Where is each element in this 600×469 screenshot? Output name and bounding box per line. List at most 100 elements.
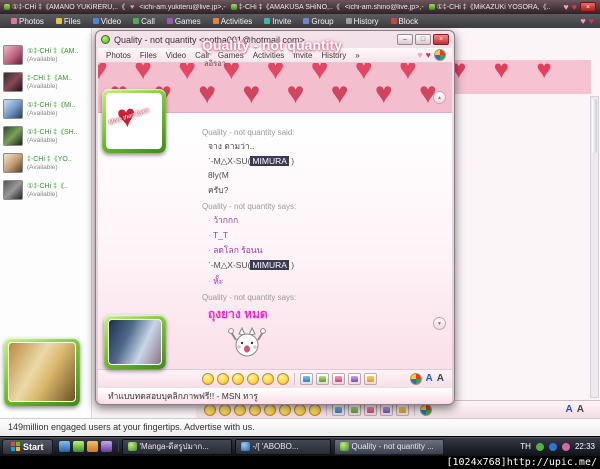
contact-list-item[interactable]: ‡-CHi ‡《AM.. (Available) <box>0 68 91 95</box>
taskbar-task-quality[interactable]: Quality - not quantity ... <box>333 438 444 455</box>
emoticon-smile-button[interactable] <box>202 373 214 385</box>
emoticon-laugh-button[interactable] <box>219 403 231 416</box>
games-button[interactable] <box>348 373 361 385</box>
red-heart-icon[interactable]: ♥ <box>426 50 431 60</box>
emoticon-wink-button[interactable] <box>234 403 246 416</box>
window-title-segment[interactable]: <ichi-am.shino@live.jp>,- <box>345 4 424 11</box>
gift-button[interactable] <box>332 373 345 385</box>
pink-heart-icon: ♥ <box>580 15 586 26</box>
tray-network-icon[interactable] <box>548 442 557 451</box>
red-heart-icon: ♥ <box>588 15 594 26</box>
minimize-button[interactable]: – <box>397 34 413 45</box>
close-button[interactable]: × <box>433 34 449 45</box>
emoticon-cry-button[interactable] <box>294 403 306 416</box>
chat-message: ลดโลก ร้อนน <box>208 243 438 257</box>
chat-menu-files[interactable]: Files <box>136 49 161 61</box>
contact-avatar <box>3 125 23 146</box>
tray-volume-icon[interactable] <box>561 442 570 451</box>
theme-color-button[interactable] <box>434 49 446 61</box>
pink-heart-icon[interactable]: ♥ <box>417 50 422 60</box>
quick-launch-ie-icon[interactable] <box>58 441 70 452</box>
font-color-button[interactable] <box>409 373 422 385</box>
font-button-blue[interactable]: A <box>426 373 433 385</box>
emoticon-surprised-button[interactable] <box>247 373 259 385</box>
menu-photos[interactable]: Photos <box>6 15 49 27</box>
webcam-button[interactable] <box>316 373 329 385</box>
emoticon-sad-button[interactable] <box>279 403 291 416</box>
font-button[interactable]: A <box>577 404 584 416</box>
emoticon-angry-button[interactable] <box>309 403 321 416</box>
window-title-segment[interactable]: ①‡-CHi ‡《MiKAZUKi YOSORA,《.. <box>428 2 550 12</box>
contact-list-item[interactable]: ①‡-CHi ‡《Mi.. (Available) <box>0 95 91 122</box>
start-button[interactable]: Start <box>2 438 53 455</box>
window-title-segment[interactable]: ‡-CHi ‡《AMAKUSA SHiNO,..《 <box>230 2 340 12</box>
menu-video[interactable]: Video <box>88 15 126 27</box>
secondary-display-picture[interactable] <box>104 315 166 369</box>
chat-menu-video[interactable]: Video <box>162 49 190 61</box>
emoticon-tongue-button[interactable] <box>264 403 276 416</box>
close-button[interactable]: × <box>580 2 596 12</box>
scrollbar-thumb[interactable] <box>592 99 597 153</box>
chat-menu-photos[interactable]: Photos <box>102 49 135 61</box>
menu-overflow-chevron[interactable]: » <box>351 49 363 61</box>
window-title-text: ①‡-CHi ‡《AMANO YUKiRERU,..《 <box>12 4 126 11</box>
quick-launch-msn-icon[interactable] <box>72 441 84 452</box>
contact-list-item[interactable]: ①‡-CHi ‡《.. (Available) <box>0 176 91 203</box>
emoticon-laugh-button[interactable] <box>217 373 229 385</box>
gift-button[interactable] <box>364 403 377 416</box>
self-avatar-image <box>8 342 76 402</box>
chat-message: `-M△X-SU(MIMURA ) <box>208 156 295 166</box>
contact-avatar <box>3 71 23 92</box>
emoticon-surprised-button[interactable] <box>249 403 261 416</box>
message-input[interactable]: ทำแบบทดสอบบุคลิกภาพฟรี!! - MSN ทารู <box>98 388 452 404</box>
nudge-button[interactable] <box>364 373 377 385</box>
contact-name: ①‡-CHi ‡《AM.. <box>27 48 79 55</box>
self-display-picture[interactable] <box>4 338 80 406</box>
language-indicator[interactable]: TH <box>520 442 531 451</box>
photo-button[interactable] <box>332 403 345 416</box>
contact-list-item[interactable]: ①‡-CHi ‡《SH.. (Available) <box>0 122 91 149</box>
window-title-segment[interactable]: <ichi-am.yukiteru@live.jp>,- <box>139 4 225 11</box>
photo-button[interactable] <box>300 373 313 385</box>
taskbar: Start 'Manga-ดีสรูปมาก... -/[ 'ABOBO... … <box>0 436 600 456</box>
tray-msn-icon[interactable] <box>535 442 544 451</box>
menu-files[interactable]: Files <box>51 15 86 27</box>
quick-launch-media-icon[interactable] <box>100 441 112 452</box>
background-window-titlebar[interactable]: ①‡-CHi ‡《AMANO YUKiRERU,..《 ♥ <ichi-am.y… <box>0 0 600 14</box>
taskbar-task-manga[interactable]: 'Manga-ดีสรูปมาก... <box>121 438 232 455</box>
color-palette-button[interactable] <box>420 403 432 416</box>
scroll-down-button[interactable]: ▼ <box>433 317 446 330</box>
contact-avatar <box>3 98 23 119</box>
taskbar-task-abobo[interactable]: -/[ 'ABOBO... <box>234 438 331 455</box>
emoticon-smile-button[interactable] <box>204 403 216 416</box>
taskbar-clock[interactable]: 22:33 <box>575 442 595 451</box>
contact-display-picture[interactable]: ♥ More than Eyes <box>102 89 166 153</box>
window-title-segment[interactable]: ①‡-CHi ‡《AMANO YUKiRERU,..《 <box>4 2 125 12</box>
scroll-up-button[interactable]: ▲ <box>433 91 446 104</box>
emoticon-sad-button[interactable] <box>277 373 289 385</box>
menu-call[interactable]: Call <box>128 15 160 27</box>
emoticon-wink-button[interactable] <box>232 373 244 385</box>
emoticon-tongue-button[interactable] <box>262 373 274 385</box>
menu-invite[interactable]: Invite <box>259 15 296 27</box>
games-button[interactable] <box>380 403 393 416</box>
window-title-text: <ichi-am.yukiteru@live.jp>,- <box>139 3 226 11</box>
contact-list-item[interactable]: ‡-CHi ‡《YO.. (Available) <box>0 149 91 176</box>
font-button-blue[interactable]: A <box>566 404 573 416</box>
menu-games[interactable]: Games <box>162 15 206 27</box>
watermark-text: [1024x768]http://upic.me/ <box>446 457 597 468</box>
contact-status: (Available) <box>27 83 58 90</box>
menu-group[interactable]: Group <box>298 15 338 27</box>
nudge-button[interactable] <box>396 403 409 416</box>
chat-input-toolbar: A A <box>98 369 452 388</box>
font-button[interactable]: A <box>437 373 444 385</box>
contact-name: ‡-CHi ‡《AM.. <box>27 75 73 82</box>
webcam-button[interactable] <box>348 403 361 416</box>
contact-list-item[interactable]: ①‡-CHi ‡《AM.. (Available) <box>0 41 91 68</box>
quick-launch-folder-icon[interactable] <box>86 441 98 452</box>
menu-history[interactable]: History <box>341 15 384 27</box>
restore-button[interactable]: □ <box>415 34 431 45</box>
scrollbar[interactable] <box>590 96 599 398</box>
menu-activities[interactable]: Activities <box>208 15 258 27</box>
menu-block[interactable]: Block <box>386 15 424 27</box>
